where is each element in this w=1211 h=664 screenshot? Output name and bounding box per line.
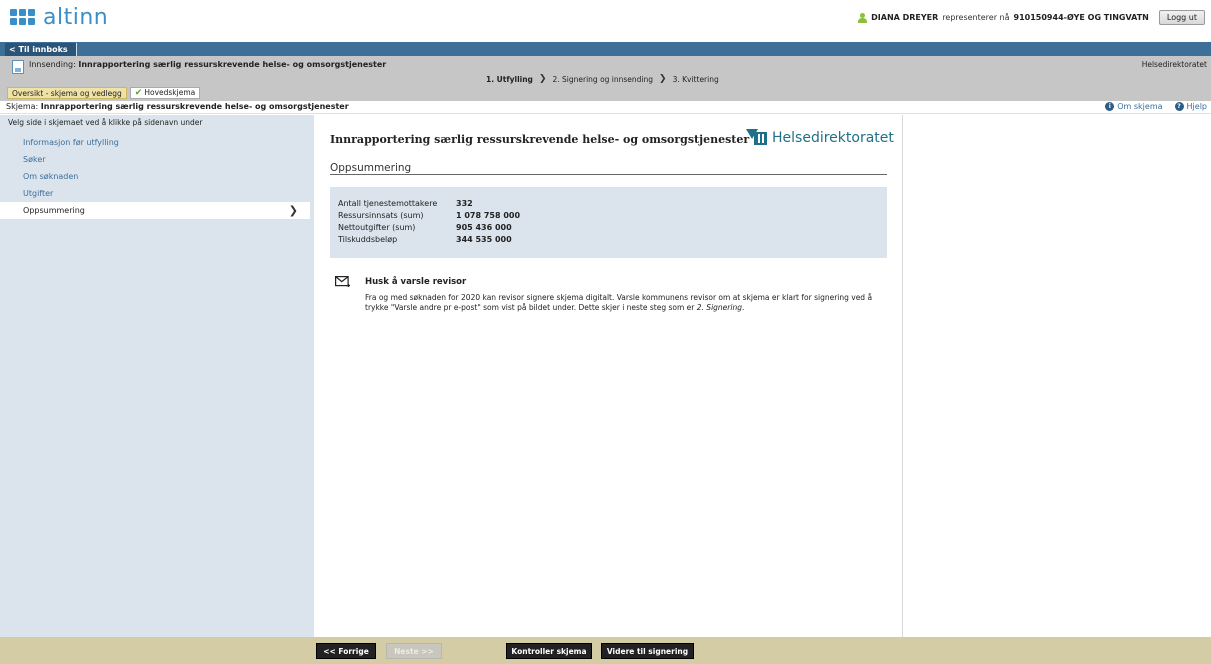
sidebar: Velg side i skjemaet ved å klikke på sid… (0, 115, 314, 637)
submission-prefix: Innsending: (29, 60, 76, 69)
chevron-right-icon: ❯ (288, 204, 298, 217)
summary-row: Nettoutgifter (sum) 905 436 000 (338, 223, 512, 232)
nav-bar: < Til innboks (0, 42, 1211, 56)
sidebar-item-summary[interactable]: Oppsummering ❯ (0, 202, 310, 219)
back-to-inbox-button[interactable]: < Til innboks (5, 43, 77, 56)
altinn-logo-icon (10, 9, 35, 25)
tab-main-label: Hovedskjema (144, 88, 196, 97)
logo-text: altinn (43, 4, 109, 30)
submission-title: Innsending: Innrapportering særlig ressu… (29, 60, 386, 69)
submission-name: Innrapportering særlig ressurskrevende h… (78, 60, 387, 69)
main-content: Innrapportering særlig ressurskrevende h… (314, 115, 902, 637)
summary-row: Tilskuddsbeløp 344 535 000 (338, 235, 512, 244)
sidebar-item-info[interactable]: Informasjon før utfylling (0, 134, 314, 151)
notice-body-emphasis: 2. Signering (696, 303, 742, 312)
helsedirektoratet-logo-icon (746, 129, 767, 147)
step-sign: 2. Signering og innsending (552, 74, 654, 84)
document-icon (12, 60, 24, 74)
section-title: Oppsummering (330, 162, 412, 174)
summary-value: 344 535 000 (456, 235, 512, 244)
form-header: Innsending: Innrapportering særlig ressu… (0, 56, 1211, 101)
help-icon: ? (1174, 102, 1184, 111)
schema-line: Skjema: Innrapportering særlig ressurskr… (0, 101, 1211, 114)
altinn-logo[interactable]: altinn (10, 2, 108, 32)
check-form-button[interactable]: Kontroller skjema (506, 643, 592, 659)
step-fill: 1. Utfylling (486, 74, 533, 84)
summary-key: Tilskuddsbeløp (338, 235, 398, 244)
info-icon: i (1105, 102, 1115, 111)
notice-title: Husk å varsle revisor (365, 277, 467, 287)
sidebar-item-summary-label: Oppsummering (23, 206, 85, 215)
top-header: altinn DIANA DREYER representerer nå 910… (0, 0, 1211, 42)
about-schema-label: Om skjema (1117, 102, 1163, 111)
help-label: Hjelp (1186, 102, 1207, 111)
continue-to-signing-button[interactable]: Videre til signering (601, 643, 694, 659)
logout-button[interactable]: Logg ut (1158, 10, 1205, 25)
notice-body-text: Fra og med søknaden for 2020 kan revisor… (365, 293, 873, 312)
summary-row: Antall tjenestemottakere 332 (338, 199, 473, 208)
notice-body-end: . (741, 303, 745, 312)
tab-main-form[interactable]: ✔ Hovedskjema (129, 87, 201, 99)
tab-overview[interactable]: Oversikt - skjema og vedlegg (7, 87, 127, 99)
about-schema-link[interactable]: i Om skjema (1105, 102, 1163, 111)
represents-text: representerer nå (942, 13, 1010, 22)
next-button[interactable]: Neste >> (386, 643, 442, 659)
sidebar-hint: Velg side i skjemaet ved å klikke på sid… (8, 118, 203, 127)
sidebar-item-expenses[interactable]: Utgifter (0, 185, 314, 202)
summary-key: Nettoutgifter (sum) (338, 223, 416, 232)
user-name: DIANA DREYER (871, 13, 939, 22)
summary-box: Antall tjenestemottakere 332 Ressursinns… (330, 187, 887, 258)
summary-key: Antall tjenestemottakere (338, 199, 438, 208)
help-link[interactable]: ? Hjelp (1174, 102, 1207, 111)
schema-title: Innrapportering særlig ressurskrevende h… (40, 102, 349, 111)
section-divider (330, 174, 887, 175)
schema-label: Skjema: Innrapportering særlig ressurskr… (6, 102, 349, 111)
schema-prefix: Skjema: (6, 102, 39, 111)
step-receipt: 3. Kvittering (672, 74, 719, 84)
helsedirektoratet-logo: Helsedirektoratet (746, 129, 894, 147)
org-name: 910150944-ØYE OG TINGVATN (1013, 13, 1149, 22)
sidebar-list: Informasjon før utfylling Søker Om søkna… (0, 134, 314, 219)
chevron-right-icon: ❯ (538, 74, 547, 84)
agency-name: Helsedirektoratet (1141, 60, 1207, 69)
summary-value: 332 (456, 199, 473, 208)
progress-steps: 1. Utfylling ❯ 2. Signering og innsendin… (486, 74, 719, 84)
previous-button[interactable]: << Forrige (316, 643, 376, 659)
chevron-right-icon: ❯ (659, 74, 667, 84)
sidebar-item-applicant[interactable]: Søker (0, 151, 314, 168)
summary-key: Ressursinnsats (sum) (338, 211, 424, 220)
schema-links: i Om skjema ? Hjelp (1105, 102, 1207, 111)
footer-bar: << Forrige Neste >> Kontroller skjema Vi… (0, 637, 1211, 664)
user-area: DIANA DREYER representerer nå 910150944-… (858, 10, 1205, 25)
helsedirektoratet-logo-text: Helsedirektoratet (772, 130, 894, 146)
user-icon (858, 12, 868, 23)
mail-icon (335, 276, 350, 287)
summary-value: 1 078 758 000 (456, 211, 521, 220)
page-title: Innrapportering særlig ressurskrevende h… (330, 133, 750, 146)
form-tabs: Oversikt - skjema og vedlegg ✔ Hovedskje… (7, 87, 201, 99)
summary-value: 905 436 000 (456, 223, 512, 232)
sidebar-item-about-application[interactable]: Om søknaden (0, 168, 314, 185)
checkmark-icon: ✔ (134, 88, 143, 98)
right-panel (902, 115, 1211, 637)
summary-row: Ressursinnsats (sum) 1 078 758 000 (338, 211, 520, 220)
notice-body: Fra og med søknaden for 2020 kan revisor… (365, 293, 885, 313)
